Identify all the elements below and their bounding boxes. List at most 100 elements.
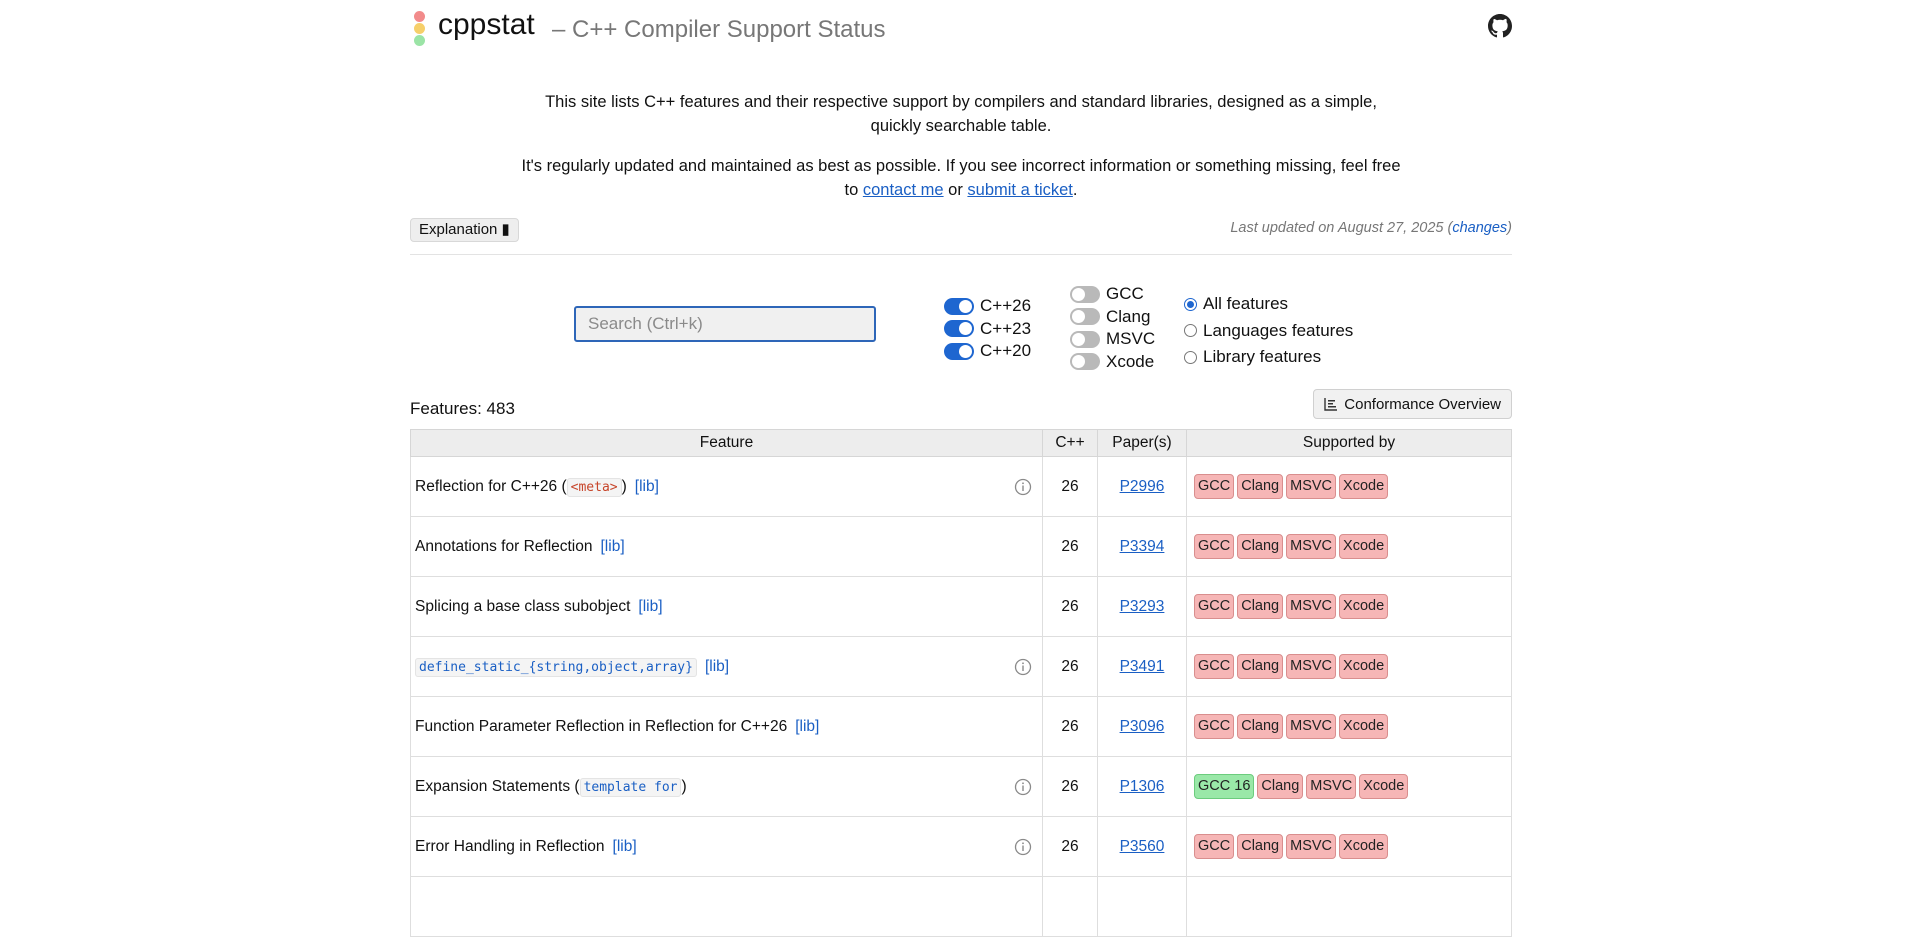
paper-link[interactable]: P3394 [1120, 538, 1165, 555]
support-badge[interactable]: GCC [1194, 534, 1235, 559]
feature-cell: Error Handling in Reflection [lib] [410, 816, 1043, 877]
changes-link[interactable]: changes [1452, 220, 1507, 236]
lib-link[interactable]: [lib] [705, 658, 729, 675]
support-badge[interactable]: Clang [1237, 714, 1284, 739]
conformance-overview-button[interactable]: Conformance Overview [1313, 389, 1512, 419]
info-icon[interactable] [1014, 658, 1032, 676]
count-row: Features: 483 Conformance Overview [410, 385, 1512, 425]
toggle-switch[interactable] [1070, 285, 1100, 303]
feature-scope-radios: All features Languages features Library fe… [1184, 291, 1353, 371]
paper-cell [1097, 876, 1187, 937]
radio-button[interactable] [1184, 297, 1197, 311]
header-supported-by[interactable]: Supported by [1186, 429, 1512, 457]
header-feature[interactable]: Feature [410, 429, 1043, 457]
radio-library-features[interactable]: Library features [1184, 344, 1353, 371]
radio-languages-features[interactable]: Languages features [1184, 318, 1353, 345]
toggle-cpp23[interactable]: C++23 [944, 318, 1031, 341]
paper-cell: P3394 [1097, 516, 1187, 577]
support-badge[interactable]: Clang [1237, 834, 1284, 859]
table-row: Function Parameter Reflection in Reflect… [410, 696, 1512, 757]
feature-name[interactable]: Reflection for C++26 ( [415, 478, 567, 495]
toggle-msvc[interactable]: MSVC [1070, 328, 1155, 351]
support-badge[interactable]: MSVC [1286, 594, 1337, 619]
lib-link[interactable]: [lib] [635, 478, 659, 495]
toggle-xcode[interactable]: Xcode [1070, 351, 1155, 374]
toggle-cpp20[interactable]: C++20 [944, 340, 1031, 363]
info-icon[interactable] [1014, 478, 1032, 496]
radio-all-features[interactable]: All features [1184, 291, 1353, 318]
lib-link[interactable]: [lib] [601, 538, 625, 555]
supported-by-cell: GCC Clang MSVC Xcode [1186, 816, 1512, 877]
support-badge[interactable]: Xcode [1339, 834, 1389, 859]
cpp-version-cell: 26 [1042, 756, 1098, 817]
support-badge[interactable]: GCC [1194, 474, 1235, 499]
paper-link[interactable]: P1306 [1120, 778, 1165, 795]
support-badge[interactable]: Clang [1257, 774, 1304, 799]
site-title[interactable]: cppstat [438, 8, 535, 42]
support-badge[interactable]: GCC [1194, 714, 1235, 739]
toggle-gcc[interactable]: GCC [1070, 283, 1155, 306]
support-badge[interactable]: MSVC [1286, 654, 1337, 679]
feature-name[interactable]: Function Parameter Reflection in Reflect… [415, 718, 787, 735]
support-badge[interactable]: MSVC [1286, 474, 1337, 499]
intro-text: or [943, 181, 968, 199]
paper-link[interactable]: P3491 [1120, 658, 1165, 675]
feature-code: template for [579, 777, 682, 797]
lib-link[interactable]: [lib] [795, 718, 819, 735]
info-icon[interactable] [1014, 778, 1032, 796]
support-badge[interactable]: Xcode [1339, 534, 1389, 559]
feature-cell: Splicing a base class subobject [lib] [410, 576, 1043, 637]
conformance-overview-label: Conformance Overview [1344, 395, 1501, 413]
toggle-switch[interactable] [1070, 353, 1100, 371]
submit-ticket-link[interactable]: submit a ticket [967, 181, 1072, 199]
info-icon[interactable] [1014, 838, 1032, 856]
feature-name[interactable]: Expansion Statements ( [415, 778, 580, 795]
radio-label: Languages features [1203, 320, 1354, 340]
toggle-switch[interactable] [1070, 330, 1100, 348]
support-badge[interactable]: GCC [1194, 594, 1235, 619]
support-badge[interactable]: Xcode [1359, 774, 1409, 799]
toggle-clang[interactable]: Clang [1070, 306, 1155, 329]
support-badge[interactable]: GCC [1194, 834, 1235, 859]
lib-link[interactable]: [lib] [638, 598, 662, 615]
support-badge[interactable]: GCC [1194, 654, 1235, 679]
radio-button[interactable] [1184, 324, 1197, 338]
lib-link[interactable]: [lib] [613, 838, 637, 855]
paper-link[interactable]: P2996 [1120, 478, 1165, 495]
paper-link[interactable]: P3560 [1120, 838, 1165, 855]
paper-cell: P3096 [1097, 696, 1187, 757]
feature-name[interactable]: Annotations for Reflection [415, 538, 593, 555]
contact-link[interactable]: contact me [863, 181, 944, 199]
support-badge[interactable]: MSVC [1286, 534, 1337, 559]
support-badge[interactable]: MSVC [1286, 714, 1337, 739]
paper-link[interactable]: P3293 [1120, 598, 1165, 615]
toggle-switch[interactable] [944, 342, 974, 360]
support-badge[interactable]: Xcode [1339, 474, 1389, 499]
paper-link[interactable]: P3096 [1120, 718, 1165, 735]
support-badge[interactable]: MSVC [1286, 834, 1337, 859]
toggle-cpp26[interactable]: C++26 [944, 295, 1031, 318]
support-badge[interactable]: Clang [1237, 474, 1284, 499]
support-badge[interactable]: Xcode [1339, 714, 1389, 739]
support-badge[interactable]: Clang [1237, 654, 1284, 679]
support-badge[interactable]: Xcode [1339, 594, 1389, 619]
toggle-switch[interactable] [944, 320, 974, 338]
search-input[interactable] [574, 306, 876, 342]
supported-by-cell: GCC Clang MSVC Xcode [1186, 576, 1512, 637]
supported-by-cell: GCC Clang MSVC Xcode [1186, 456, 1512, 517]
feature-name[interactable]: Splicing a base class subobject [415, 598, 630, 615]
support-badge[interactable]: Clang [1237, 534, 1284, 559]
header-cpp[interactable]: C++ [1042, 429, 1098, 457]
toggle-switch[interactable] [1070, 308, 1100, 326]
support-badge[interactable]: Xcode [1339, 654, 1389, 679]
toggle-label: Xcode [1106, 351, 1155, 371]
header-papers[interactable]: Paper(s) [1097, 429, 1187, 457]
toggle-switch[interactable] [944, 297, 974, 315]
support-badge[interactable]: Clang [1237, 594, 1284, 619]
github-icon[interactable] [1488, 14, 1512, 38]
support-badge[interactable]: GCC 16 [1194, 774, 1255, 799]
explanation-button[interactable]: Explanation ▮ [410, 218, 519, 242]
radio-button[interactable] [1184, 350, 1197, 364]
feature-name[interactable]: Error Handling in Reflection [415, 838, 605, 855]
support-badge[interactable]: MSVC [1306, 774, 1357, 799]
